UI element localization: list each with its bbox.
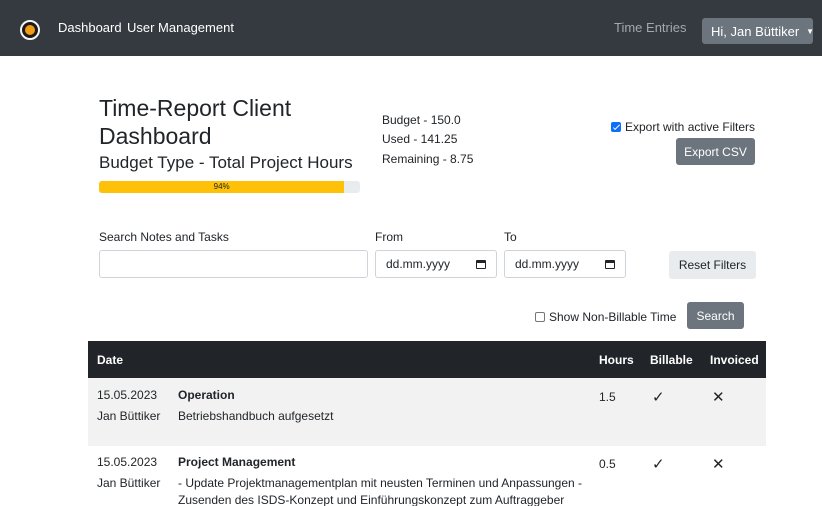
table-row[interactable]: 15.05.2023 Jan Büttiker Project Manageme…: [88, 446, 766, 506]
row-date: 15.05.2023: [97, 455, 158, 469]
row-user: Jan Büttiker: [97, 476, 161, 490]
reset-filters-button[interactable]: Reset Filters: [669, 251, 756, 279]
export-csv-button[interactable]: Export CSV: [676, 138, 755, 165]
row-task: Project Management: [178, 455, 296, 469]
check-icon: ✓: [652, 389, 665, 406]
row-date: 15.05.2023: [97, 388, 158, 402]
budget-progress-bar: 94%: [99, 181, 345, 193]
table-row[interactable]: 15.05.2023 Jan Büttiker Operation Betrie…: [88, 378, 766, 446]
nav-time-entries-link[interactable]: Time Entries: [614, 20, 686, 35]
nav-dashboard-link[interactable]: Dashboard: [58, 20, 122, 35]
user-greeting: Hi, Jan Büttiker: [711, 23, 800, 39]
column-header-billable: Billable: [650, 353, 693, 367]
column-header-hours: Hours: [599, 353, 634, 367]
budget-total: Budget - 150.0: [382, 113, 461, 127]
export-filters-label: Export with active Filters: [625, 120, 756, 134]
page-title: Time-Report Client Dashboard: [99, 95, 292, 149]
search-label: Search Notes and Tasks: [99, 230, 229, 244]
cross-icon: ✕: [712, 456, 725, 473]
search-input[interactable]: [99, 250, 368, 278]
non-billable-checkbox[interactable]: [535, 312, 545, 322]
row-user: Jan Büttiker: [97, 409, 161, 423]
row-notes-line-1: - Update Projektmanagementplan mit neust…: [178, 476, 583, 490]
budget-remaining: Remaining - 8.75: [382, 152, 474, 166]
column-header-date: Date: [97, 353, 124, 367]
to-label: To: [504, 230, 517, 244]
search-button[interactable]: Search: [687, 302, 744, 329]
cross-icon: ✕: [712, 389, 725, 406]
budget-progress: 94%: [99, 181, 360, 193]
row-task: Operation: [178, 388, 235, 402]
from-date-placeholder: dd.mm.yyyy: [386, 257, 451, 271]
row-notes: Betriebshandbuch aufgesetzt: [178, 409, 334, 423]
from-label: From: [375, 230, 403, 244]
row-hours: 0.5: [599, 457, 616, 471]
budget-type-heading: Budget Type - Total Project Hours: [99, 153, 353, 172]
calendar-icon[interactable]: [476, 260, 486, 269]
non-billable-label: Show Non-Billable Time: [549, 310, 677, 324]
export-filters-checkbox[interactable]: [611, 122, 621, 132]
table-header: Date Hours Billable Invoiced: [88, 341, 766, 378]
to-date-placeholder: dd.mm.yyyy: [515, 257, 580, 271]
calendar-icon[interactable]: [605, 260, 615, 269]
check-icon: ✓: [652, 456, 665, 473]
from-date-input[interactable]: dd.mm.yyyy: [375, 250, 497, 278]
budget-used: Used - 141.25: [382, 132, 458, 146]
column-header-invoiced: Invoiced: [710, 353, 759, 367]
user-menu-button[interactable]: Hi, Jan Büttiker ▼: [702, 18, 815, 44]
app-logo-icon[interactable]: [20, 20, 40, 40]
nav-user-management-link[interactable]: User Management: [127, 20, 234, 35]
row-hours: 1.5: [599, 390, 616, 404]
export-filters-option[interactable]: Export with active Filters: [611, 120, 755, 134]
to-date-input[interactable]: dd.mm.yyyy: [504, 250, 626, 278]
non-billable-option[interactable]: Show Non-Billable Time: [535, 310, 676, 324]
row-notes-line-2: Zusenden des ISDS-Konzept und Einführung…: [178, 493, 565, 506]
top-navbar: Dashboard User Management Time Entries H…: [0, 0, 822, 56]
caret-down-icon: ▼: [806, 26, 815, 36]
